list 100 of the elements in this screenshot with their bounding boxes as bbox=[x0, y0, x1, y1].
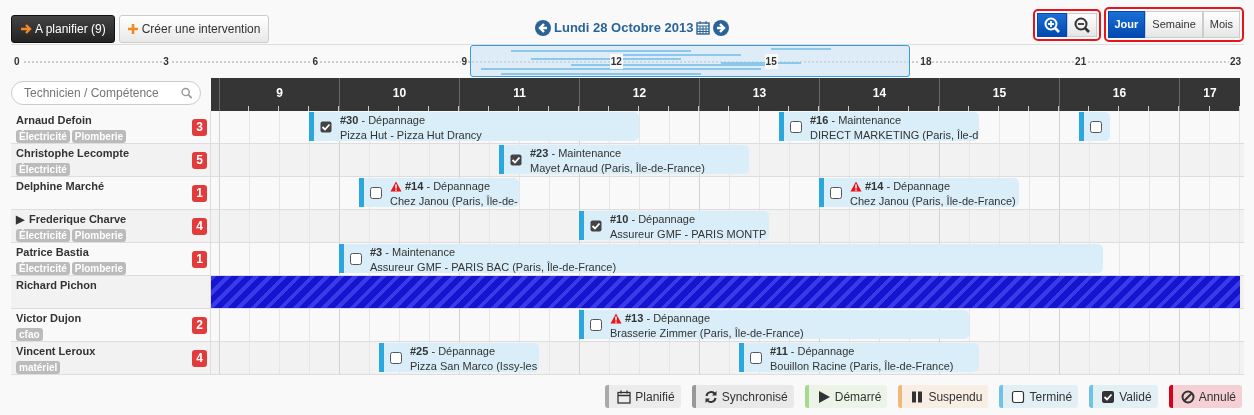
next-button[interactable] bbox=[713, 19, 730, 36]
count-badge: 4 bbox=[192, 218, 207, 235]
hour-label: 15 bbox=[939, 78, 1059, 111]
intervention-block[interactable]: #25 - Dépannage Pizza San Marco (Issy-les bbox=[379, 343, 539, 372]
technician-name: Frederique Charve bbox=[29, 213, 127, 225]
checkbox-icon bbox=[1011, 389, 1026, 404]
intervention-title: #30 - Dépannage bbox=[340, 114, 426, 126]
view-tab[interactable]: Jour bbox=[1107, 11, 1146, 38]
intervention-title: #13 - Dépannage bbox=[625, 312, 711, 324]
refresh-icon bbox=[703, 389, 718, 404]
technician-name: Arnaud Defoin bbox=[16, 114, 92, 126]
skill-tag: Plomberie bbox=[71, 130, 127, 143]
intervention-block[interactable]: #3 - Maintenance Assureur GMF - PARIS BAC (Paris, Île-de-France) bbox=[339, 244, 1103, 273]
technician-name: Christophe Lecompte bbox=[16, 147, 130, 159]
legend-label: Suspendu bbox=[928, 388, 983, 406]
intervention-block[interactable]: #30 - Dépannage Pizza Hut - Pizza Hut Drancy bbox=[309, 112, 639, 141]
technician-name: Patrice Bastia bbox=[16, 246, 89, 258]
arrow-right-icon bbox=[20, 24, 32, 35]
hour-label: 16 bbox=[1059, 78, 1179, 111]
calendar-button[interactable] bbox=[696, 20, 711, 35]
hour-label: 13 bbox=[699, 78, 819, 111]
client-name: Mayet Arnaud (Paris, Île-de-France) bbox=[530, 162, 705, 174]
hour-label: 17 bbox=[1179, 78, 1240, 111]
skill-tag: matériel bbox=[16, 361, 61, 374]
calendar-icon bbox=[696, 20, 711, 35]
skill-tag: Électricité bbox=[16, 262, 70, 275]
create-button[interactable]: Créer une intervention bbox=[118, 14, 270, 43]
hour-label: 11 bbox=[459, 78, 579, 111]
pause-icon bbox=[910, 389, 925, 404]
ban-icon bbox=[1180, 389, 1195, 404]
overview-tick-label: 15 bbox=[764, 54, 778, 69]
search-field[interactable]: Technicien / Compétence bbox=[11, 81, 201, 105]
hour-label: 12 bbox=[579, 78, 699, 111]
zoom-in-button[interactable] bbox=[1036, 12, 1067, 37]
client-name: Pizza San Marco (Issy-les bbox=[410, 360, 538, 372]
count-badge: 1 bbox=[192, 185, 207, 202]
intervention-title: #25 - Dépannage bbox=[410, 345, 496, 357]
hour-label: 14 bbox=[819, 78, 939, 111]
overview-tick-label: 12 bbox=[609, 54, 623, 69]
calendar-icon bbox=[617, 389, 632, 404]
intervention-title: #23 - Maintenance bbox=[530, 147, 622, 159]
intervention-block[interactable]: #14 - Dépannage Chez Janou (Paris, Île-de- bbox=[359, 178, 519, 207]
hour-label: 9 bbox=[219, 78, 339, 111]
client-name: Chez Janou (Paris, Île-de-France) bbox=[850, 195, 1016, 207]
previous-button[interactable] bbox=[535, 19, 551, 36]
intervention-title: #14 - Dépannage bbox=[865, 180, 951, 192]
view-tab[interactable]: Mois bbox=[1202, 11, 1240, 38]
intervention-title: #16 - Maintenance bbox=[810, 114, 902, 126]
plan-button[interactable]: A planifier (9) bbox=[11, 14, 115, 43]
skill-tag: Plomberie bbox=[71, 262, 127, 275]
intervention-block[interactable]: #13 - Dépannage Brasserie Zimmer (Paris, Île-de-France) bbox=[579, 310, 969, 339]
plus-icon bbox=[127, 24, 138, 35]
zoom-out-button[interactable] bbox=[1066, 12, 1097, 37]
zoom-out-icon bbox=[1073, 16, 1090, 33]
legend-label: Validé bbox=[1119, 388, 1152, 406]
legend-label: Synchronisé bbox=[721, 388, 788, 406]
client-name: Bouillon Racine (Paris, Île-de-France) bbox=[770, 360, 954, 372]
intervention-block[interactable]: #10 - Dépannage Assureur GMF - PARIS MONTP bbox=[579, 211, 769, 240]
client-name: DIRECT MARKETING (Paris, Île-d bbox=[810, 129, 979, 141]
client-name: Assureur GMF - PARIS BAC (Paris, Île-de-France) bbox=[370, 261, 617, 273]
skill-tag: Plomberie bbox=[71, 229, 127, 242]
play-icon bbox=[816, 389, 831, 404]
intervention-title: #10 - Dépannage bbox=[610, 213, 696, 225]
intervention-block[interactable]: #16 - Maintenance DIRECT MARKETING (Paris, Île-d bbox=[779, 112, 979, 141]
legend-label: Terminé bbox=[1029, 388, 1073, 406]
skill-tag: cfao bbox=[16, 328, 43, 341]
search-icon bbox=[180, 87, 192, 99]
intervention-title: #11 - Dépannage bbox=[770, 345, 855, 357]
intervention-title: #14 - Dépannage bbox=[405, 180, 491, 192]
client-name: Assureur GMF - PARIS MONTP bbox=[610, 228, 767, 240]
count-badge: 3 bbox=[192, 119, 207, 136]
view-tab[interactable]: Semaine bbox=[1145, 11, 1203, 38]
skill-tag: Électricité bbox=[16, 229, 70, 242]
legend-label: Annulé bbox=[1198, 388, 1236, 406]
legend-label: Démarré bbox=[834, 388, 882, 406]
client-name: Brasserie Zimmer (Paris, Île-de-France) bbox=[610, 327, 804, 339]
technician-name: Richard Pichon bbox=[16, 279, 97, 291]
checked-checkbox-icon bbox=[1101, 389, 1116, 404]
previous-icon bbox=[535, 19, 551, 36]
count-badge: 1 bbox=[192, 251, 207, 268]
next-icon bbox=[713, 19, 730, 36]
technician-name: Victor Dujon bbox=[16, 312, 82, 324]
intervention-block[interactable]: #23 - Maintenance Mayet Arnaud (Paris, Île-de-France) bbox=[499, 145, 749, 174]
date-label: Lundi 28 Octobre 2013 bbox=[554, 19, 694, 37]
count-badge: 2 bbox=[192, 317, 207, 334]
skill-tag: Électricité bbox=[16, 130, 70, 143]
client-name: Pizza Hut - Pizza Hut Drancy bbox=[340, 129, 482, 141]
zoom-in-icon bbox=[1043, 16, 1060, 33]
count-badge: 4 bbox=[192, 350, 207, 367]
intervention-title: #3 - Maintenance bbox=[370, 246, 455, 258]
count-badge: 5 bbox=[192, 152, 207, 169]
client-name: Chez Janou (Paris, Île-de- bbox=[390, 195, 518, 207]
intervention-block[interactable] bbox=[1079, 112, 1110, 141]
expand-toggle[interactable]: ▶ bbox=[16, 213, 24, 225]
intervention-block[interactable]: #14 - Dépannage Chez Janou (Paris, Île-de-France) bbox=[819, 178, 1019, 207]
legend-label: Planifié bbox=[635, 388, 675, 406]
technician-name: Delphine Marché bbox=[16, 180, 105, 192]
technician-name: Vincent Leroux bbox=[16, 345, 96, 357]
hour-label: 10 bbox=[339, 78, 459, 111]
intervention-block[interactable]: #11 - Dépannage Bouillon Racine (Paris, Île-de-France) bbox=[739, 343, 979, 372]
